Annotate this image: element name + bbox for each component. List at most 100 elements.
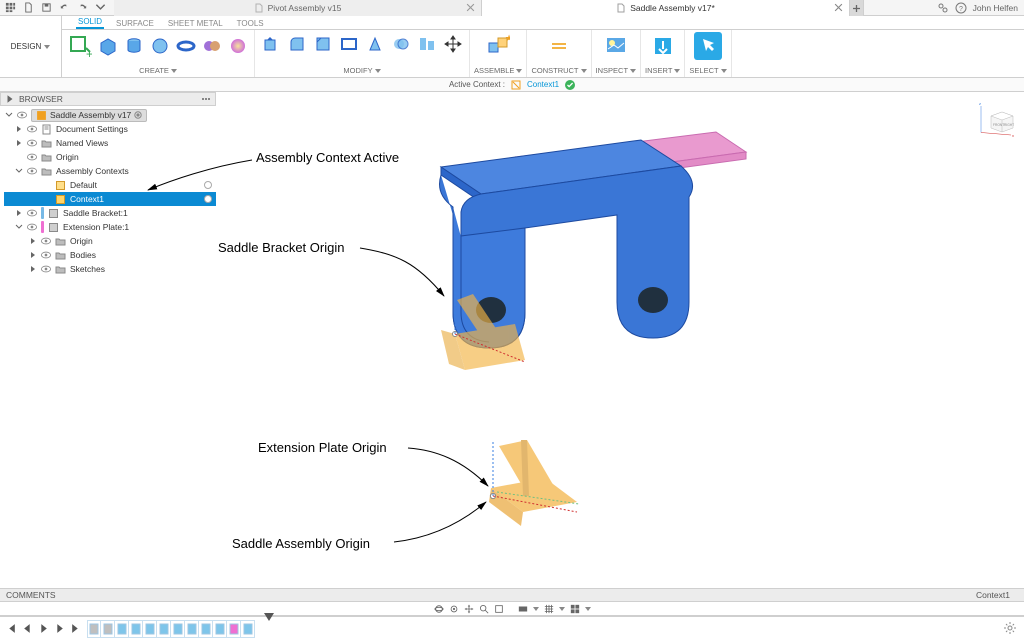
- pan-icon[interactable]: [464, 604, 474, 614]
- sketch-button[interactable]: +: [66, 32, 94, 60]
- ribbon-tab-sheetmetal[interactable]: SHEET METAL: [166, 18, 225, 29]
- comments-bar[interactable]: COMMENTS Context1: [0, 588, 1024, 602]
- timeline-settings-icon[interactable]: [1004, 622, 1016, 634]
- timeline-step[interactable]: [87, 620, 101, 638]
- align-button[interactable]: [415, 32, 439, 56]
- assemble-button[interactable]: ★: [484, 32, 512, 60]
- timeline-step[interactable]: [227, 620, 241, 638]
- extensions-icon[interactable]: [937, 2, 949, 14]
- workspace-picker-label: DESIGN: [11, 42, 42, 51]
- timeline-start-icon[interactable]: [6, 623, 17, 634]
- document-tab-label: Pivot Assembly v15: [268, 3, 342, 13]
- inspect-button[interactable]: [602, 32, 630, 60]
- file-icon[interactable]: [22, 2, 34, 14]
- close-icon[interactable]: [466, 3, 475, 12]
- fit-icon[interactable]: [494, 604, 504, 614]
- timeline-marker[interactable]: [264, 613, 274, 623]
- construct-button[interactable]: [545, 32, 573, 60]
- look-icon[interactable]: [449, 604, 459, 614]
- timeline-step[interactable]: [129, 620, 143, 638]
- coil-button[interactable]: [200, 34, 224, 58]
- ribbon-group-label[interactable]: INSERT: [645, 66, 672, 75]
- shell-button[interactable]: [337, 32, 361, 56]
- viewport-icon[interactable]: [570, 604, 580, 614]
- help-icon[interactable]: ?: [955, 2, 967, 14]
- ribbon-group-label[interactable]: MODIFY: [343, 66, 372, 75]
- chamfer-button[interactable]: [311, 32, 335, 56]
- close-icon[interactable]: [834, 3, 843, 12]
- select-button[interactable]: [694, 32, 722, 60]
- expand-icon[interactable]: [28, 265, 37, 274]
- combine-button[interactable]: [389, 32, 413, 56]
- comments-label: COMMENTS: [6, 590, 56, 600]
- chevron-down-icon[interactable]: [533, 607, 539, 611]
- tree-node[interactable]: Bodies: [4, 248, 216, 262]
- grid-toggle-icon[interactable]: [544, 604, 554, 614]
- ribbon-tab-surface[interactable]: SURFACE: [114, 18, 156, 29]
- expand-icon[interactable]: [28, 237, 37, 246]
- document-tab[interactable]: Pivot Assembly v15: [114, 0, 482, 16]
- tree-node[interactable]: Origin: [4, 234, 216, 248]
- visibility-icon[interactable]: [41, 250, 51, 260]
- visibility-icon[interactable]: [41, 236, 51, 246]
- torus-button[interactable]: [174, 34, 198, 58]
- ribbon-group-label[interactable]: CONSTRUCT: [531, 66, 578, 75]
- timeline-step[interactable]: [213, 620, 227, 638]
- expand-icon[interactable]: [14, 223, 23, 232]
- arrow: [408, 448, 488, 486]
- timeline-step[interactable]: [143, 620, 157, 638]
- insert-button[interactable]: [649, 32, 677, 60]
- timeline-end-icon[interactable]: [70, 623, 81, 634]
- fillet-button[interactable]: [285, 32, 309, 56]
- ribbon-group-assemble: ★ ASSEMBLE: [470, 30, 527, 77]
- ribbon-tab-solid[interactable]: SOLID: [76, 16, 104, 29]
- timeline-step[interactable]: [171, 620, 185, 638]
- pipe-button[interactable]: [226, 34, 250, 58]
- document-tab-active[interactable]: Saddle Assembly v17*: [482, 0, 850, 16]
- timeline-step[interactable]: [185, 620, 199, 638]
- ribbon-group-label[interactable]: ASSEMBLE: [474, 66, 514, 75]
- draft-button[interactable]: [363, 32, 387, 56]
- box-button[interactable]: [96, 34, 120, 58]
- viewport[interactable]: z x FRONT RIGHT: [216, 92, 1024, 588]
- display-style-icon[interactable]: [518, 604, 528, 614]
- ribbon-group-label[interactable]: INSPECT: [596, 66, 629, 75]
- grid-icon[interactable]: [4, 2, 16, 14]
- timeline-steps[interactable]: [87, 620, 255, 638]
- check-icon[interactable]: [565, 80, 575, 90]
- visibility-icon[interactable]: [27, 222, 37, 232]
- timeline-step[interactable]: [241, 620, 255, 638]
- cylinder-button[interactable]: [122, 34, 146, 58]
- active-context-name[interactable]: Context1: [527, 80, 559, 89]
- new-tab-button[interactable]: [850, 0, 864, 16]
- expand-icon[interactable]: [28, 251, 37, 260]
- arrow: [360, 248, 444, 296]
- user-name[interactable]: John Helfen: [973, 3, 1018, 13]
- sphere-button[interactable]: [148, 34, 172, 58]
- timeline-play-icon[interactable]: [38, 623, 49, 634]
- visibility-icon[interactable]: [41, 264, 51, 274]
- ribbon-group-insert: INSERT: [641, 30, 685, 77]
- redo-icon[interactable]: [76, 2, 88, 14]
- timeline-next-icon[interactable]: [54, 623, 65, 634]
- ribbon-tab-tools[interactable]: TOOLS: [235, 18, 266, 29]
- qa-caret-icon[interactable]: [94, 2, 106, 14]
- save-icon[interactable]: [40, 2, 52, 14]
- undo-icon[interactable]: [58, 2, 70, 14]
- move-button[interactable]: [441, 32, 465, 56]
- chevron-down-icon[interactable]: [559, 607, 565, 611]
- timeline-step[interactable]: [101, 620, 115, 638]
- timeline-step[interactable]: [199, 620, 213, 638]
- ribbon-group-label[interactable]: CREATE: [139, 66, 169, 75]
- chevron-down-icon[interactable]: [585, 607, 591, 611]
- zoom-icon[interactable]: [479, 604, 489, 614]
- timeline-step[interactable]: [157, 620, 171, 638]
- orbit-icon[interactable]: [434, 604, 444, 614]
- tree-node[interactable]: Extension Plate:1: [4, 220, 216, 234]
- workspace-picker[interactable]: DESIGN: [0, 16, 62, 77]
- presspull-button[interactable]: [259, 32, 283, 56]
- timeline-step[interactable]: [115, 620, 129, 638]
- timeline-prev-icon[interactable]: [22, 623, 33, 634]
- tree-node[interactable]: Sketches: [4, 262, 216, 276]
- ribbon-group-label[interactable]: SELECT: [689, 66, 718, 75]
